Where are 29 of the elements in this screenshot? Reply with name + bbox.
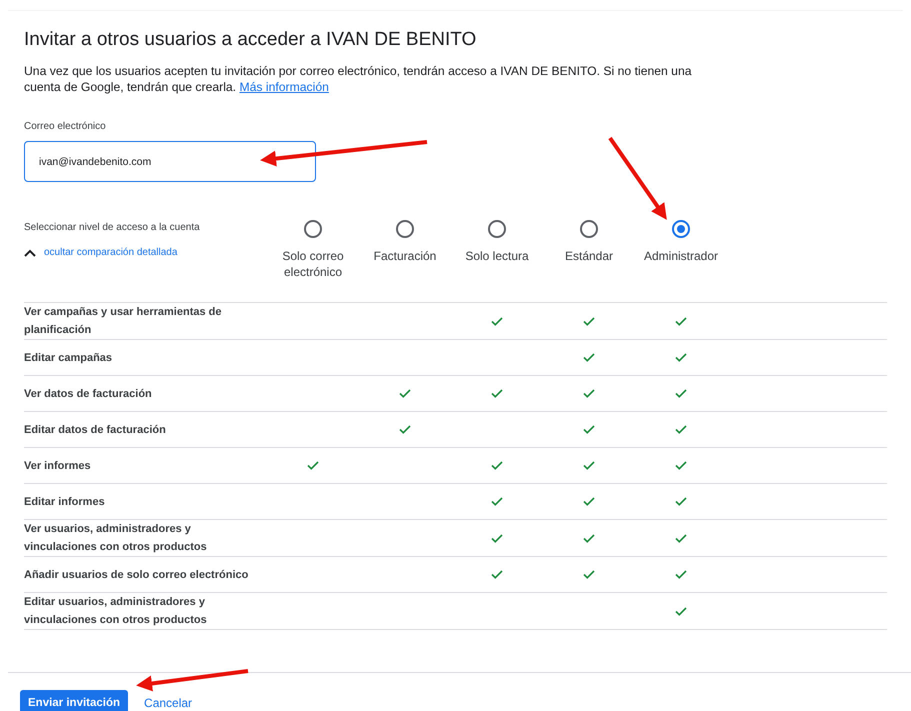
access-level-name: Solo correo electrónico — [281, 248, 345, 280]
hide-comparison-toggle[interactable]: ocultar comparación detallada — [24, 247, 178, 258]
access-level-name: Administrador — [642, 248, 720, 264]
radio-button[interactable] — [580, 220, 598, 238]
radio-button[interactable] — [304, 220, 322, 238]
permission-label: Editar informes — [24, 494, 106, 510]
email-label: Correo electrónico — [24, 121, 107, 132]
access-level-name: Facturación — [372, 248, 438, 264]
description-text: Una vez que los usuarios acepten tu invitación por correo electrónico, tendrán acceso a IVAN DE BENITO. Si no tienen una cuenta de Google, tendrán que crearla. Más información — [24, 63, 693, 95]
access-level-name: Estándar — [564, 248, 614, 264]
permission-label: Editar usuarios, administradores y vinculaciones con otros productos — [24, 595, 208, 628]
send-invitation-button[interactable]: Enviar invitación — [20, 690, 128, 711]
email-field[interactable]: ivan@ivandebenito.com — [24, 141, 316, 182]
permission-label: Editar campañas — [24, 350, 114, 366]
dialog-title: Invitar a otros usuarios a acceder a IVAN DE BENITO — [24, 29, 478, 51]
cancel-button[interactable]: Cancelar — [136, 690, 200, 711]
radio-button[interactable] — [488, 220, 506, 238]
permission-label: Ver usuarios, administradores y vinculaciones con otros productos — [24, 522, 208, 555]
permission-label: Ver datos de facturación — [24, 386, 153, 402]
permission-label: Ver informes — [24, 458, 92, 474]
permission-label: Ver campañas y usar herramientas de planificación — [24, 305, 222, 338]
permission-label: Editar datos de facturación — [24, 422, 167, 438]
radio-button[interactable] — [396, 220, 414, 238]
chevron-up-icon — [24, 248, 36, 256]
radio-button[interactable] — [672, 220, 690, 238]
access-level-name: Solo lectura — [464, 248, 530, 264]
access-level-label: Seleccionar nivel de acceso a la cuenta — [24, 222, 201, 233]
permission-label: Añadir usuarios de solo correo electrónico — [24, 568, 250, 582]
more-info-link[interactable]: Más información — [239, 80, 329, 94]
